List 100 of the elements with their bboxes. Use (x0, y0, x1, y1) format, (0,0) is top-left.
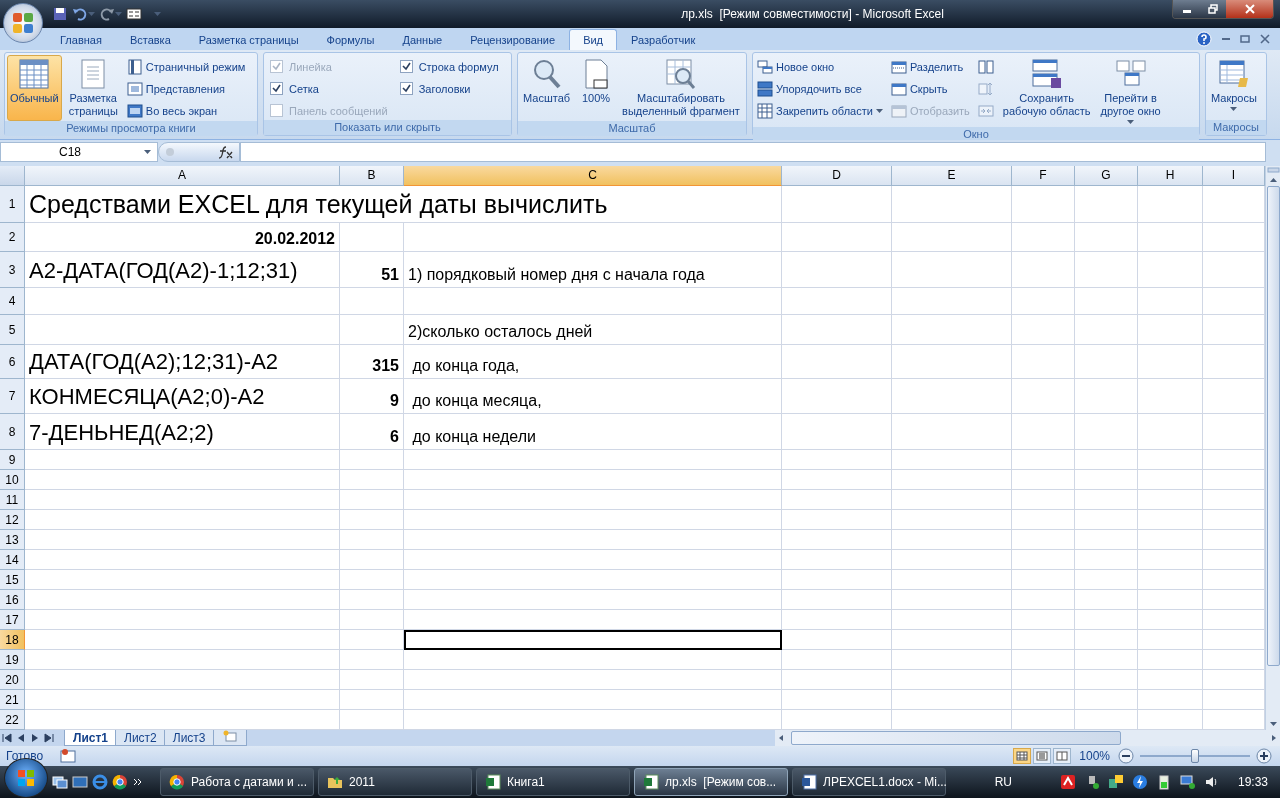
column-header[interactable]: B (340, 166, 404, 186)
zoom-thumb[interactable] (1191, 749, 1199, 763)
row-header[interactable]: 1 (0, 186, 25, 223)
column-header[interactable]: H (1138, 166, 1203, 186)
table-cell: 2)сколько осталось дней (404, 315, 782, 345)
language-indicator[interactable]: RU (994, 775, 1012, 789)
view-button[interactable] (1033, 748, 1052, 764)
checkbox[interactable] (270, 82, 283, 95)
window-icon (126, 80, 143, 97)
spreadsheet-icon (643, 774, 659, 790)
taskbar-button[interactable]: лр.xls [Режим сов... (634, 768, 788, 796)
row-header[interactable]: 11 (0, 490, 25, 510)
row-header[interactable]: 5 (0, 315, 25, 345)
column-header[interactable]: G (1075, 166, 1138, 186)
ribbon-button[interactable]: Макросы (1208, 55, 1260, 120)
row-header[interactable]: 6 (0, 345, 25, 379)
sheet-tab[interactable]: Лист3 (163, 730, 215, 746)
ribbon-button[interactable]: Обычный (7, 55, 62, 121)
ribbon-tab[interactable]: Разработчик (617, 29, 710, 50)
column-header[interactable]: A (25, 166, 340, 186)
restore-button[interactable] (1200, 0, 1226, 18)
row-header[interactable]: 9 (0, 450, 25, 470)
column-header[interactable]: C (404, 166, 782, 186)
ribbon-button[interactable]: Сохранить рабочую область (999, 55, 1094, 127)
minimize-button[interactable] (1173, 0, 1200, 18)
ribbon-tab[interactable]: Разметка страницы (184, 29, 313, 50)
ribbon-tab[interactable]: Главная (46, 29, 116, 50)
ribbon-tab[interactable]: Вставка (115, 29, 185, 50)
ribbon-button[interactable]: Новое окно (755, 57, 885, 76)
empty-cell (1012, 414, 1075, 450)
name-box[interactable]: C18 (0, 142, 158, 162)
taskbar-button[interactable]: ЛРEXCEL1.docx - Mi... (792, 768, 946, 796)
ribbon-button[interactable]: Страничный режим (124, 57, 248, 76)
empty-cell (340, 510, 404, 530)
start-button[interactable] (4, 758, 48, 798)
ribbon-tab[interactable]: Формулы (312, 29, 389, 50)
ribbon-tab[interactable]: Данные (388, 29, 457, 50)
scroll-thumb[interactable] (1266, 186, 1280, 666)
row-header[interactable]: 22 (0, 710, 25, 730)
ribbon-icon-button[interactable] (975, 57, 996, 76)
checkbox[interactable] (399, 82, 413, 95)
globe-icon (169, 774, 185, 790)
row-header[interactable]: 10 (0, 470, 25, 490)
ribbon-button[interactable]: Скрыть (888, 79, 972, 98)
close-button[interactable] (1226, 0, 1273, 18)
row-header[interactable]: 12 (0, 510, 25, 530)
checkbox-label[interactable]: Заголовки (395, 79, 503, 98)
logo-icon (11, 11, 35, 35)
stacked-windows-icon (757, 80, 773, 97)
ribbon-button[interactable]: Масштаб (520, 55, 574, 121)
checkbox-label[interactable]: Сетка (266, 79, 392, 98)
row-header[interactable]: 19 (0, 650, 25, 670)
sheet-tab[interactable]: Лист1 (64, 730, 118, 746)
row-header[interactable]: 2 (0, 223, 25, 252)
ribbon-button[interactable]: Разделить (888, 57, 972, 76)
ribbon-button[interactable]: Разметка страницы (65, 55, 121, 121)
view-button[interactable] (1013, 748, 1032, 764)
row-header[interactable]: 8 (0, 414, 25, 450)
empty-cell (1012, 288, 1075, 315)
ribbon-button[interactable]: Упорядочить все (755, 79, 885, 98)
ribbon-button[interactable]: Перейти в другое окно (1097, 55, 1164, 127)
taskbar-button[interactable]: 2011 (318, 768, 472, 796)
ribbon-button[interactable]: Закрепить области (755, 101, 885, 120)
row-header[interactable]: 17 (0, 610, 25, 630)
table-cell: 20.02.2012 (25, 223, 340, 252)
insert-sheet-button[interactable] (212, 730, 247, 746)
sheet-tab[interactable]: Лист2 (115, 730, 166, 746)
ribbon-tab[interactable]: Рецензирование (456, 29, 570, 50)
taskbar-button[interactable]: Работа с датами и ... (160, 768, 314, 796)
row-header[interactable]: 3 (0, 252, 25, 288)
empty-cell (1075, 252, 1138, 288)
row-header[interactable]: 15 (0, 570, 25, 590)
scroll-thumb[interactable] (791, 731, 1121, 745)
column-header[interactable]: I (1203, 166, 1265, 186)
vertical-scrollbar[interactable] (1265, 166, 1280, 730)
view-button[interactable] (1053, 748, 1072, 764)
ribbon-button[interactable]: Во весь экран (124, 101, 248, 120)
formula-input[interactable] (240, 142, 1266, 162)
row-header[interactable]: 20 (0, 670, 25, 690)
empty-cell (1138, 345, 1203, 379)
ribbon-button[interactable]: Масштабировать выделенный фрагмент (619, 55, 743, 121)
horizontal-scrollbar[interactable] (775, 730, 1280, 746)
column-header[interactable]: E (892, 166, 1012, 186)
row-header[interactable]: 4 (0, 288, 25, 315)
row-header[interactable]: 21 (0, 690, 25, 710)
taskbar-button[interactable]: Книга1 (476, 768, 630, 796)
ribbon-button[interactable]: Представления (124, 79, 248, 98)
checkbox-label[interactable]: Строка формул (395, 57, 503, 76)
row-header[interactable]: 18 (0, 630, 25, 650)
ribbon-tab[interactable]: Вид (569, 29, 618, 50)
table-cell: КОНМЕСЯЦА(А2;0)-А2 (25, 379, 340, 414)
row-header[interactable]: 13 (0, 530, 25, 550)
ribbon-button[interactable]: 100% (577, 55, 616, 121)
checkbox[interactable] (399, 60, 413, 73)
row-header[interactable]: 14 (0, 550, 25, 570)
empty-cell (1012, 450, 1075, 470)
row-header[interactable]: 16 (0, 590, 25, 610)
column-header[interactable]: F (1012, 166, 1075, 186)
row-header[interactable]: 7 (0, 379, 25, 414)
column-header[interactable]: D (782, 166, 892, 186)
